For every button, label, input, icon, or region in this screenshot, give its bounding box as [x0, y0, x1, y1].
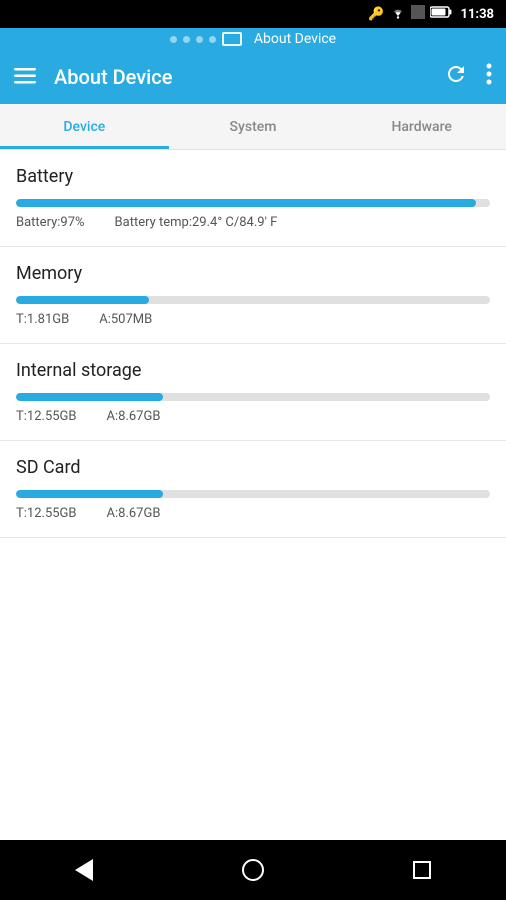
- internal-storage-title: Internal storage: [16, 360, 490, 381]
- home-button[interactable]: [233, 850, 273, 890]
- internal-storage-section: Internal storage T:12.55GB A:8.67GB: [0, 344, 506, 441]
- battery-stats: Battery:97% Battery temp:29.4° C/84.9' F: [16, 215, 490, 230]
- recents-button[interactable]: [402, 850, 442, 890]
- back-button[interactable]: [64, 850, 104, 890]
- tab-device[interactable]: Device: [0, 104, 169, 149]
- refresh-icon[interactable]: [444, 62, 468, 92]
- internal-storage-stat-2: A:8.67GB: [107, 409, 161, 424]
- battery-section: Battery Battery:97% Battery temp:29.4° C…: [0, 150, 506, 247]
- signal-icon: [411, 5, 425, 23]
- memory-title: Memory: [16, 263, 490, 284]
- app-bar-title: About Device: [54, 65, 444, 89]
- battery-icon: [430, 6, 452, 22]
- tab-hardware[interactable]: Hardware: [337, 104, 506, 149]
- battery-progress-fill: [16, 199, 476, 207]
- bottom-nav: [0, 840, 506, 900]
- memory-stats: T:1.81GB A:507MB: [16, 312, 490, 327]
- content-area: Battery Battery:97% Battery temp:29.4° C…: [0, 150, 506, 840]
- battery-stat-2: Battery temp:29.4° C/84.9' F: [115, 215, 278, 230]
- status-bar: 🔑 11:38: [0, 0, 506, 28]
- recents-icon: [413, 861, 431, 879]
- battery-title: Battery: [16, 166, 490, 187]
- battery-stat-1: Battery:97%: [16, 215, 85, 230]
- dot-3: [196, 36, 203, 43]
- menu-icon[interactable]: [14, 65, 36, 89]
- dot-2: [183, 36, 190, 43]
- tab-system[interactable]: System: [169, 104, 338, 149]
- wifi-icon: [390, 5, 406, 23]
- dot-4: [209, 36, 216, 43]
- app-bar: About Device: [0, 50, 506, 104]
- dots-title: About Device: [254, 31, 336, 47]
- memory-section: Memory T:1.81GB A:507MB: [0, 247, 506, 344]
- sd-card-progress-fill: [16, 490, 163, 498]
- sd-card-progress-bar: [16, 490, 490, 498]
- memory-progress-fill: [16, 296, 149, 304]
- sd-card-stat-1: T:12.55GB: [16, 506, 77, 521]
- back-icon: [75, 859, 93, 881]
- sd-card-title: SD Card: [16, 457, 490, 478]
- memory-progress-bar: [16, 296, 490, 304]
- sd-card-stats: T:12.55GB A:8.67GB: [16, 506, 490, 521]
- tabs: Device System Hardware: [0, 104, 506, 150]
- memory-stat-2: A:507MB: [99, 312, 152, 327]
- internal-storage-stat-1: T:12.55GB: [16, 409, 77, 424]
- memory-stat-1: T:1.81GB: [16, 312, 69, 327]
- battery-progress-bar: [16, 199, 490, 207]
- dots-bar: About Device: [0, 28, 506, 50]
- device-icon-small: [222, 32, 242, 46]
- dot-1: [170, 36, 177, 43]
- status-time: 11:38: [461, 7, 495, 22]
- more-icon[interactable]: [486, 63, 492, 91]
- status-icons: 🔑 11:38: [368, 5, 494, 23]
- sd-card-stat-2: A:8.67GB: [107, 506, 161, 521]
- internal-storage-stats: T:12.55GB A:8.67GB: [16, 409, 490, 424]
- key-icon: 🔑: [368, 7, 384, 22]
- internal-storage-progress-fill: [16, 393, 163, 401]
- home-icon: [242, 859, 264, 881]
- internal-storage-progress-bar: [16, 393, 490, 401]
- sd-card-section: SD Card T:12.55GB A:8.67GB: [0, 441, 506, 538]
